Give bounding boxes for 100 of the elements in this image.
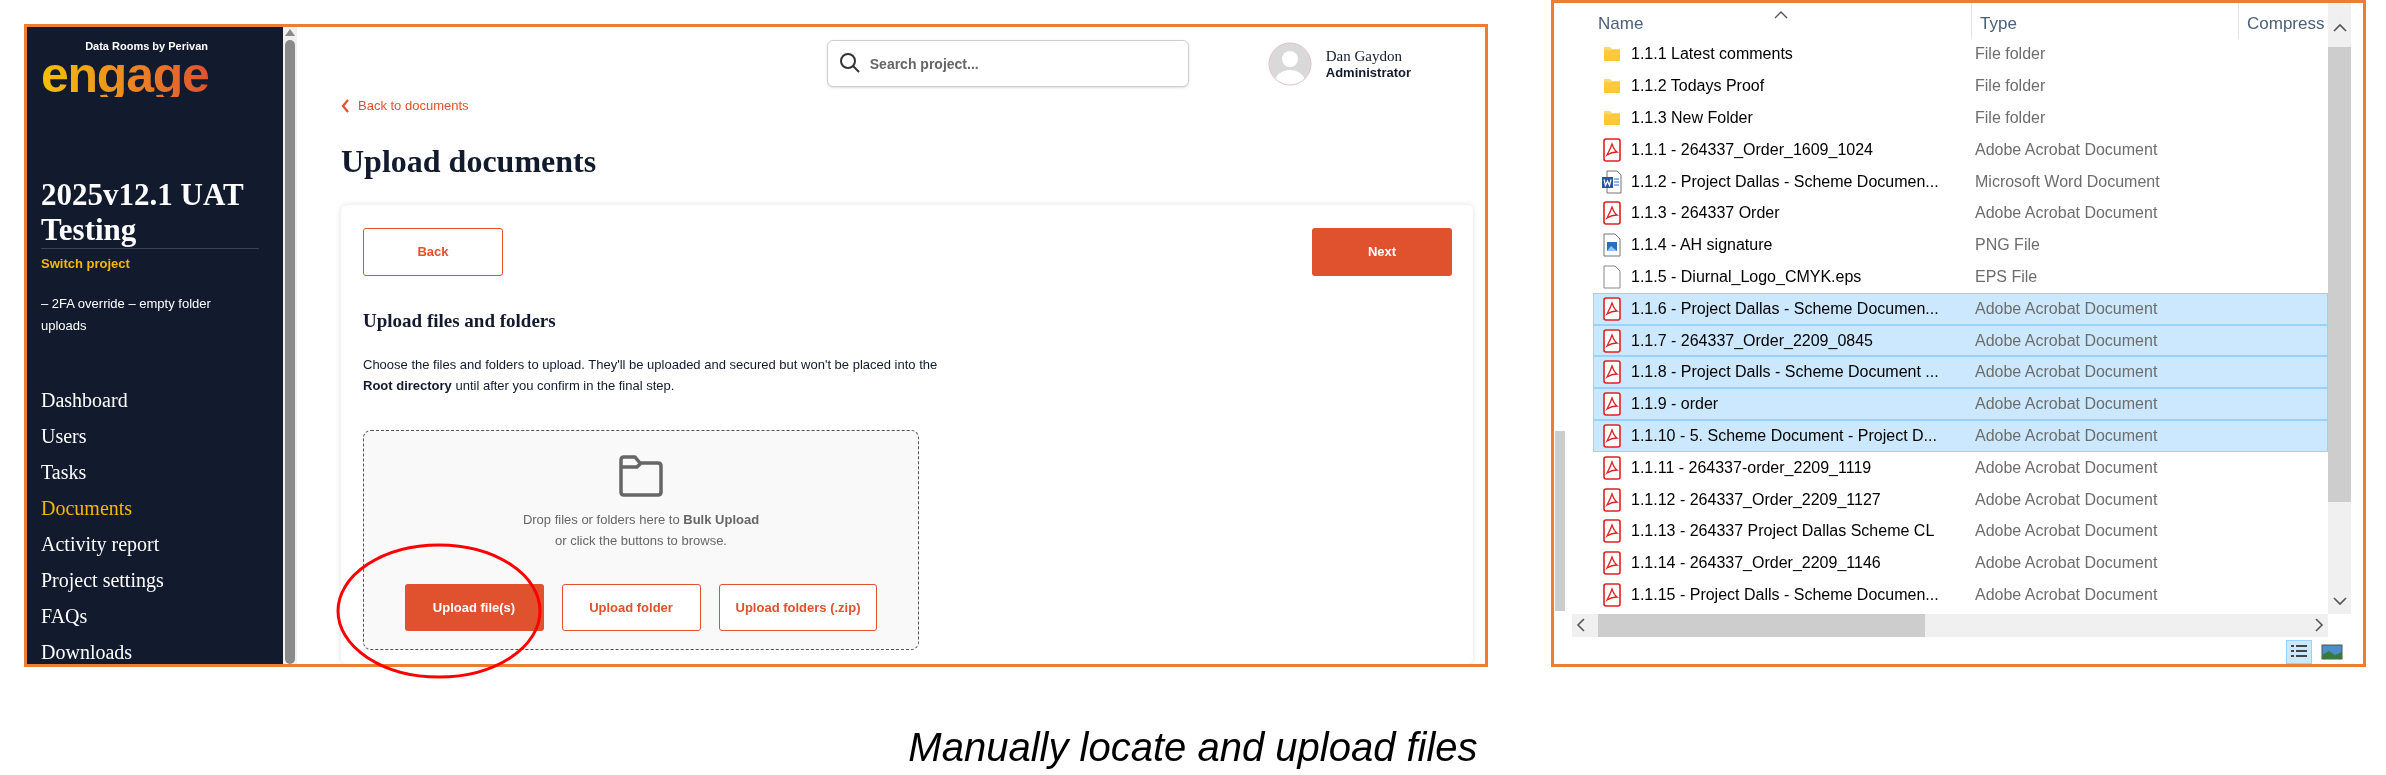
file-row[interactable]: 1.1.7 - 264337_Order_2209_0845 Adobe Acrobat Document [1593, 324, 2328, 357]
file-row[interactable]: 1.1.2 - Project Dallas - Scheme Documen... Microsoft Word Document [1593, 165, 2328, 198]
file-type: Adobe Acrobat Document [1975, 139, 2158, 160]
file-icon [1602, 264, 1622, 289]
file-row[interactable]: 1.1.9 - order Adobe Acrobat Document [1593, 388, 2328, 421]
avatar-icon [1267, 41, 1312, 86]
vertical-scrollbar[interactable] [2328, 3, 2351, 614]
file-type: Adobe Acrobat Document [1975, 584, 2158, 605]
folder-icon [1602, 109, 1622, 127]
file-name: 1.1.8 - Project Dalls - Scheme Document ... [1631, 362, 1940, 383]
back-button[interactable]: Back [363, 228, 503, 276]
project-title: 2025v12.1 UAT Testing [41, 177, 245, 247]
file-name: 1.1.14 - 264337_Order_2209_1146 [1631, 553, 1882, 574]
logo-tagline: Data Rooms by Perivan [85, 39, 208, 53]
file-name: 1.1.9 - order [1631, 394, 1720, 415]
file-row[interactable]: 1.1.8 - Project Dalls - Scheme Document ... Adobe Acrobat Document [1593, 356, 2328, 389]
file-type: Adobe Acrobat Document [1975, 489, 2158, 510]
column-header[interactable]: Name [1598, 11, 1644, 37]
next-button[interactable]: Next [1312, 228, 1452, 276]
nav-link[interactable]: FAQs [41, 598, 88, 634]
page-title: Upload documents [341, 142, 597, 181]
file-row[interactable]: 1.1.5 - Diurnal_Logo_CMYK.eps EPS File [1593, 261, 2328, 293]
file-name: 1.1.6 - Project Dallas - Scheme Documen... [1631, 298, 1940, 319]
file-type: Adobe Acrobat Document [1975, 330, 2158, 351]
file-type: Adobe Acrobat Document [1975, 521, 2158, 542]
user-name: Dan Gaydon [1325, 46, 1403, 65]
details-view-icon[interactable] [2286, 639, 2312, 664]
nav-link[interactable]: Users [41, 418, 87, 454]
dropzone[interactable]: Drop files or folders here to Bulk Upload or click the buttons to browse. Upload file(s) Upload folder Upload folders (.zip) [363, 430, 919, 650]
file-name: 1.1.5 - Diurnal_Logo_CMYK.eps [1631, 266, 1863, 287]
pdf-file-icon [1602, 582, 1622, 607]
file-row[interactable]: 1.1.12 - 264337_Order_2209_1127 Adobe Acrobat Document [1593, 483, 2328, 516]
pdf-file-icon [1602, 296, 1622, 321]
file-name: 1.1.12 - 264337_Order_2209_1127 [1631, 489, 1882, 510]
file-name: 1.1.7 - 264337_Order_2209_0845 [1631, 330, 1874, 351]
folder-icon [617, 454, 665, 498]
project-description: – 2FA override – empty folder uploads [41, 295, 212, 335]
file-row[interactable]: 1.1.1 Latest comments File folder [1593, 38, 2328, 71]
pdf-file-icon [1602, 392, 1622, 417]
search-icon [838, 52, 861, 74]
pdf-file-icon [1602, 519, 1622, 544]
file-row[interactable]: 1.1.2 Todays Proof File folder [1593, 70, 2328, 103]
file-name: 1.1.11 - 264337-order_2209_1119 [1631, 457, 1873, 478]
file-type: Adobe Acrobat Document [1975, 553, 2158, 574]
pdf-file-icon [1602, 137, 1622, 162]
nav-link[interactable]: Tasks [41, 454, 87, 490]
file-type: Adobe Acrobat Document [1975, 457, 2158, 478]
file-name: 1.1.2 Todays Proof [1631, 76, 1766, 97]
folder-icon [1602, 77, 1622, 96]
pdf-file-icon [1602, 328, 1622, 353]
upload-button[interactable]: Upload folder [561, 584, 701, 631]
horizontal-scrollbar[interactable] [1572, 613, 2328, 637]
folder-icon [1602, 45, 1622, 64]
pdf-file-icon [1602, 551, 1622, 576]
file-type: Adobe Acrobat Document [1975, 298, 2158, 319]
nav-link[interactable]: Activity report [41, 526, 160, 562]
switch-project-link[interactable]: Switch project [41, 255, 130, 273]
nav-pane-scrollbar[interactable] [1555, 431, 1565, 611]
file-type: Microsoft Word Document [1975, 171, 2160, 192]
scrollbar[interactable] [283, 27, 297, 664]
file-row[interactable]: 1.1.10 - 5. Scheme Document - Project D... Adobe Acrobat Document [1593, 420, 2328, 452]
file-type: File folder [1975, 44, 2046, 65]
file-name: 1.1.15 - Project Dalls - Scheme Documen... [1631, 584, 1940, 605]
chevron-left-icon [341, 99, 350, 113]
upload-button[interactable]: Upload folders (.zip) [718, 584, 878, 631]
upload-button[interactable]: Upload file(s) [404, 584, 544, 631]
file-name: 1.1.1 Latest comments [1631, 44, 1794, 65]
scroll-down-icon [2332, 596, 2347, 606]
file-type: Adobe Acrobat Document [1975, 362, 2158, 383]
file-row[interactable]: 1.1.3 New Folder File folder [1593, 102, 2328, 134]
pdf-file-icon [1602, 201, 1622, 226]
pdf-file-icon [1602, 487, 1622, 512]
dropzone-text: or click the buttons to browse. [555, 532, 727, 550]
file-row[interactable]: 1.1.1 - 264337_Order_1609_1024 Adobe Acrobat Document [1593, 133, 2328, 166]
file-type: File folder [1975, 108, 2046, 128]
scroll-up-icon [2332, 23, 2347, 33]
instructions-text: Choose the files and folders to upload. They'll be uploaded and secured but won't be placed into the Root directory until after you confirm in the final step. [363, 356, 939, 395]
file-row[interactable]: 1.1.6 - Project Dallas - Scheme Documen... Adobe Acrobat Document [1593, 292, 2328, 325]
file-row[interactable]: 1.1.14 - 264337_Order_2209_1146 Adobe Acrobat Document [1593, 547, 2328, 580]
file-name: 1.1.3 - 264337 Order [1631, 203, 1781, 224]
file-row[interactable]: 1.1.13 - 264337 Project Dallas Scheme CL Adobe Acrobat Document [1593, 515, 2328, 548]
nav-link[interactable]: Documents [41, 490, 133, 526]
dropzone-text: Drop files or folders here to Bulk Upload [522, 511, 760, 529]
file-row[interactable]: 1.1.15 - Project Dalls - Scheme Documen... Adobe Acrobat Document [1593, 579, 2328, 611]
column-header[interactable]: Compress [2247, 11, 2325, 37]
column-header[interactable]: Type [1980, 11, 2017, 37]
sort-caret-icon [1774, 11, 1788, 19]
user-role: Administrator [1325, 64, 1411, 81]
nav-link[interactable]: Dashboard [41, 382, 128, 418]
nav-link[interactable]: Project settings [41, 562, 164, 598]
file-row[interactable]: 1.1.3 - 264337 Order Adobe Acrobat Document [1593, 197, 2328, 230]
scroll-left-icon [1576, 618, 1586, 632]
file-name: 1.1.13 - 264337 Project Dallas Scheme CL [1631, 521, 1936, 542]
back-to-documents-link[interactable]: Back to documents [341, 96, 469, 116]
file-type: Adobe Acrobat Document [1975, 394, 2158, 415]
file-row[interactable]: 1.1.11 - 264337-order_2209_1119 Adobe Acrobat Document [1593, 451, 2328, 484]
search-field[interactable]: Search project... [826, 40, 1189, 87]
file-type: File folder [1975, 76, 2046, 97]
file-row[interactable]: 1.1.4 - AH signature PNG File [1593, 229, 2328, 262]
nav-link[interactable]: Downloads [41, 634, 133, 664]
